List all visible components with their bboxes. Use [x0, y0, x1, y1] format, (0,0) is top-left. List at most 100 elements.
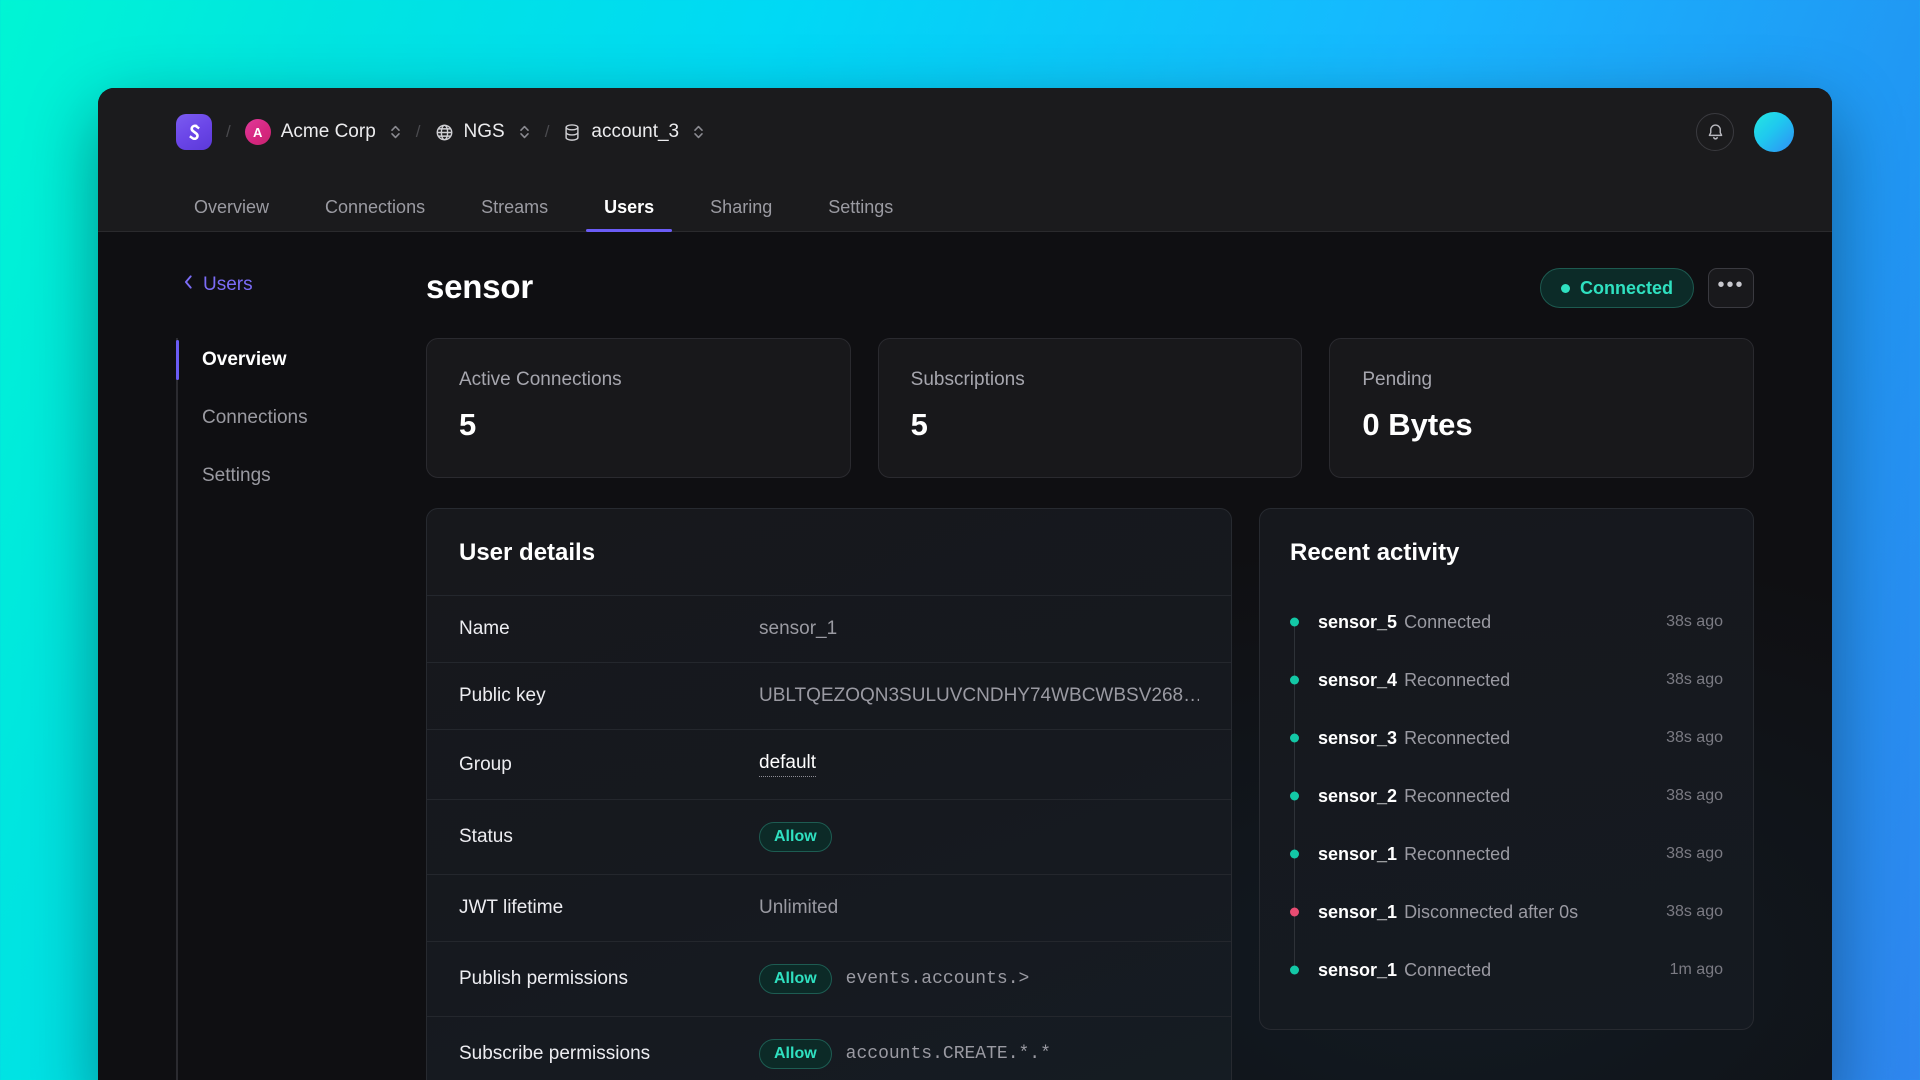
stat-label: Subscriptions: [910, 369, 1025, 390]
detail-value: default: [759, 752, 817, 777]
detail-row-name: Name sensor_1: [427, 595, 1231, 662]
allow-chip: Allow: [759, 822, 832, 852]
activity-time: 1m ago: [1669, 961, 1723, 978]
activity-item[interactable]: sensor_2 Reconnected 38s ago: [1290, 767, 1723, 854]
user-avatar[interactable]: [1754, 112, 1794, 152]
breadcrumb-item-org[interactable]: A Acme Corp: [244, 119, 402, 145]
status-badge: Connected: [1539, 268, 1694, 308]
subject-pattern: accounts.CREATE.*.*: [845, 1044, 1051, 1064]
allow-chip: Allow: [759, 1039, 832, 1069]
activity-item[interactable]: sensor_1 Reconnected 38s ago: [1290, 825, 1723, 912]
activity-action: Reconnected: [1404, 727, 1511, 748]
breadcrumb-org-label: Acme Corp: [280, 121, 376, 142]
activity-time: 38s ago: [1666, 903, 1723, 920]
timeline-connector: [1294, 738, 1295, 796]
activity-time: 38s ago: [1666, 845, 1723, 862]
user-details-card: User details Name sensor_1 Public key UB…: [426, 508, 1232, 1080]
main-column: Active Connections 5 Subscriptions 5 Pen…: [426, 338, 1755, 1080]
activity-item[interactable]: sensor_3 Reconnected 38s ago: [1290, 709, 1723, 796]
globe-icon: [435, 123, 454, 142]
activity-action: Reconnected: [1404, 843, 1511, 864]
tab-settings[interactable]: Settings: [810, 197, 911, 232]
detail-value: Allow events.accounts.>: [759, 964, 1029, 994]
tab-streams[interactable]: Streams: [463, 197, 566, 232]
breadcrumb-separator: /: [226, 122, 231, 141]
stat-value: 0 Bytes: [1362, 407, 1473, 442]
breadcrumb-account-label: account_3: [591, 121, 680, 142]
nats-logo-icon[interactable]: [176, 114, 212, 150]
activity-item[interactable]: sensor_4 Reconnected 38s ago: [1290, 651, 1723, 738]
stat-card-subscriptions: Subscriptions 5: [877, 338, 1303, 478]
recent-activity-card: Recent activity sensor_5 Connected 38s a…: [1259, 508, 1754, 1030]
activity-user: sensor_2: [1318, 785, 1398, 806]
detail-key: JWT lifetime: [459, 897, 564, 918]
bell-icon[interactable]: [1696, 113, 1734, 151]
tab-sharing[interactable]: Sharing: [692, 197, 790, 232]
detail-key: Public key: [459, 685, 546, 706]
detail-key: Status: [459, 826, 513, 847]
detail-row-subscribe-permissions: Subscribe permissions Allow accounts.CRE…: [427, 1016, 1231, 1080]
activity-time: 38s ago: [1666, 671, 1723, 688]
detail-value: Allow accounts.CREATE.*.*: [759, 1039, 1051, 1069]
stat-label: Active Connections: [459, 369, 622, 390]
detail-row-group: Group default: [427, 729, 1231, 799]
activity-action: Disconnected after 0s: [1404, 901, 1579, 922]
breadcrumb-item-system[interactable]: NGS: [435, 121, 531, 143]
group-value-tooltip[interactable]: default: [759, 752, 817, 777]
stat-cards: Active Connections 5 Subscriptions 5 Pen…: [426, 338, 1755, 478]
subnav-item-settings[interactable]: Settings: [178, 456, 426, 496]
activity-action: Connected: [1404, 959, 1492, 980]
activity-action: Reconnected: [1404, 669, 1511, 690]
more-options-button[interactable]: •••: [1708, 268, 1754, 308]
activity-user: sensor_1: [1318, 843, 1398, 864]
stat-value: 5: [910, 407, 928, 442]
detail-value: Allow: [759, 822, 832, 852]
timeline-connector: [1294, 854, 1295, 912]
activity-user: sensor_1: [1318, 901, 1398, 922]
main-tabs: Overview Connections Streams Users Shari…: [98, 176, 1832, 232]
chevron-updown-icon: [389, 123, 402, 141]
activity-user: sensor_1: [1318, 959, 1398, 980]
breadcrumb-separator: /: [544, 122, 550, 141]
activity-status-dot-icon: [1290, 791, 1299, 801]
top-bar: / A Acme Corp / NGS / account_3 Overview…: [98, 88, 1832, 232]
detail-key: Name: [459, 618, 510, 639]
stat-label: Pending: [1362, 369, 1433, 390]
activity-item[interactable]: sensor_1 Connected 1m ago: [1290, 941, 1723, 999]
lower-panels: User details Name sensor_1 Public key UB…: [426, 508, 1754, 1080]
tab-users[interactable]: Users: [586, 197, 673, 232]
activity-action: Reconnected: [1404, 785, 1511, 806]
tab-connections[interactable]: Connections: [307, 197, 443, 232]
stat-value: 5: [459, 407, 477, 442]
subnav-item-connections[interactable]: Connections: [178, 398, 426, 438]
detail-key: Publish permissions: [459, 968, 628, 989]
breadcrumb-item-account[interactable]: account_3: [563, 121, 705, 143]
detail-value: Unlimited: [759, 897, 839, 918]
breadcrumb-system-label: NGS: [463, 121, 505, 142]
activity-status-dot-icon: [1290, 965, 1299, 975]
activity-status-dot-icon: [1290, 849, 1299, 859]
timeline-connector: [1294, 622, 1295, 680]
subnav-item-overview[interactable]: Overview: [176, 340, 426, 380]
timeline-connector: [1294, 912, 1295, 970]
detail-value[interactable]: UBLTQEZOQN3SULUVCNDHY74WBCWBSV268…: [759, 685, 1199, 707]
activity-time: 38s ago: [1666, 729, 1723, 746]
page-content: Users sensor Connected ••• Overview Conn…: [98, 232, 1832, 1080]
detail-key: Group: [459, 753, 512, 775]
activity-item[interactable]: sensor_1 Disconnected after 0s 38s ago: [1290, 883, 1723, 970]
timeline-connector: [1294, 680, 1295, 738]
detail-key: Subscribe permissions: [459, 1043, 651, 1064]
recent-activity-title: Recent activity: [1290, 539, 1460, 566]
detail-row-status: Status Allow: [427, 799, 1231, 874]
activity-item[interactable]: sensor_5 Connected 38s ago: [1290, 593, 1723, 680]
activity-status-dot-icon: [1290, 733, 1299, 743]
user-details-title: User details: [459, 539, 596, 566]
allow-chip: Allow: [759, 964, 832, 994]
breadcrumb-bar: / A Acme Corp / NGS / account_3: [98, 88, 1832, 176]
tab-overview[interactable]: Overview: [176, 197, 287, 232]
activity-time: 38s ago: [1666, 613, 1723, 630]
database-icon: [563, 123, 581, 142]
activity-action: Connected: [1404, 611, 1492, 632]
activity-status-dot-icon: [1290, 907, 1299, 917]
detail-row-public-key: Public key UBLTQEZOQN3SULUVCNDHY74WBCWBS…: [427, 662, 1231, 729]
